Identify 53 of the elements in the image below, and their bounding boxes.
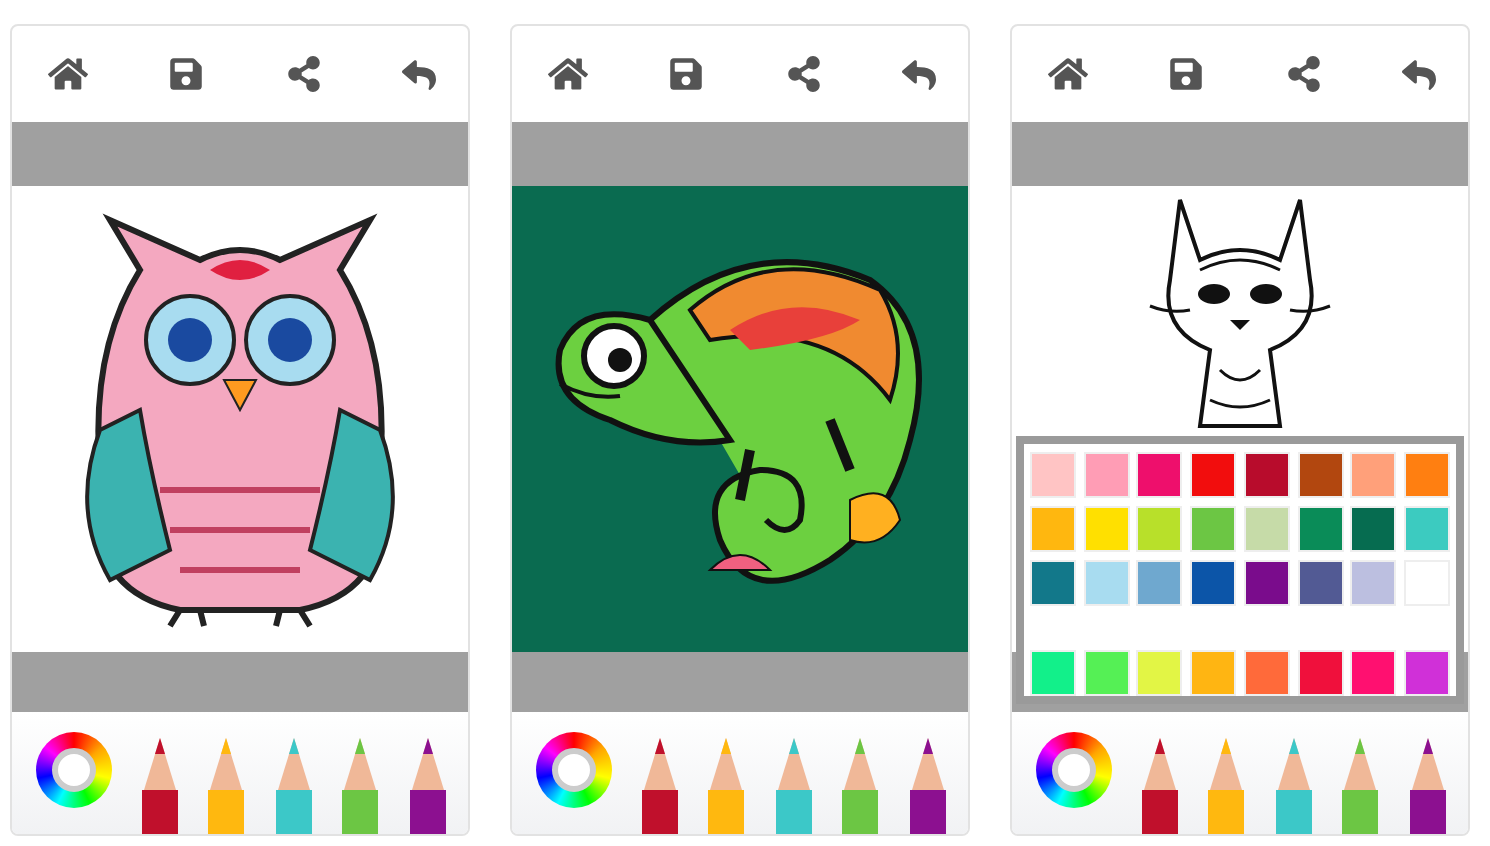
color-swatch[interactable]	[1243, 452, 1290, 498]
color-swatch[interactable]	[1297, 452, 1344, 498]
color-swatch[interactable]	[1350, 560, 1397, 606]
color-swatch[interactable]	[1350, 650, 1397, 696]
home-icon[interactable]	[48, 54, 88, 94]
color-swatch[interactable]	[1190, 506, 1237, 552]
color-swatch[interactable]	[1083, 506, 1130, 552]
color-swatch[interactable]	[1297, 560, 1344, 606]
color-swatch[interactable]	[1243, 560, 1290, 606]
color-swatch[interactable]	[1083, 650, 1130, 696]
color-swatch[interactable]	[1136, 560, 1183, 606]
color-swatch[interactable]	[1030, 506, 1076, 552]
save-icon[interactable]	[168, 56, 205, 92]
share-icon[interactable]	[785, 56, 822, 92]
color-swatch[interactable]	[1403, 506, 1450, 552]
undo-icon[interactable]	[401, 57, 436, 91]
pencil[interactable]	[1139, 738, 1180, 834]
color-swatch[interactable]	[1350, 452, 1397, 498]
undo-icon[interactable]	[901, 57, 936, 91]
color-swatch[interactable]	[1190, 650, 1237, 696]
color-swatch[interactable]	[1243, 506, 1290, 552]
color-swatch[interactable]	[1297, 650, 1344, 696]
share-icon[interactable]	[1285, 56, 1322, 92]
color-swatch[interactable]	[1083, 560, 1130, 606]
share-icon[interactable]	[285, 56, 322, 92]
color-swatch[interactable]	[1190, 560, 1237, 606]
pencil[interactable]	[907, 738, 948, 834]
color-wheel-icon[interactable]	[1036, 732, 1112, 808]
home-icon[interactable]	[548, 54, 588, 94]
color-swatch[interactable]	[1243, 650, 1290, 696]
save-icon[interactable]	[668, 56, 705, 92]
color-swatch[interactable]	[1030, 650, 1076, 696]
color-swatch[interactable]	[1350, 506, 1397, 552]
save-icon[interactable]	[1168, 56, 1205, 92]
undo-icon[interactable]	[1401, 57, 1436, 91]
color-wheel-icon[interactable]	[36, 732, 112, 808]
pencil[interactable]	[407, 738, 448, 834]
color-swatch[interactable]	[1190, 452, 1237, 498]
drawing-canvas[interactable]	[512, 186, 968, 652]
pencil[interactable]	[1407, 738, 1448, 834]
color-swatch[interactable]	[1136, 452, 1183, 498]
home-icon[interactable]	[1048, 54, 1088, 94]
color-swatch[interactable]	[1403, 650, 1450, 696]
color-swatch[interactable]	[1403, 452, 1450, 498]
color-swatch[interactable]	[1297, 506, 1344, 552]
pencil[interactable]	[139, 738, 180, 834]
color-swatch[interactable]	[1136, 506, 1183, 552]
pencil[interactable]	[639, 738, 680, 834]
color-swatch[interactable]	[1083, 452, 1130, 498]
color-swatch[interactable]	[1136, 650, 1183, 696]
color-swatch[interactable]	[1030, 452, 1076, 498]
color-wheel-icon[interactable]	[536, 732, 612, 808]
color-swatch[interactable]	[1030, 560, 1076, 606]
